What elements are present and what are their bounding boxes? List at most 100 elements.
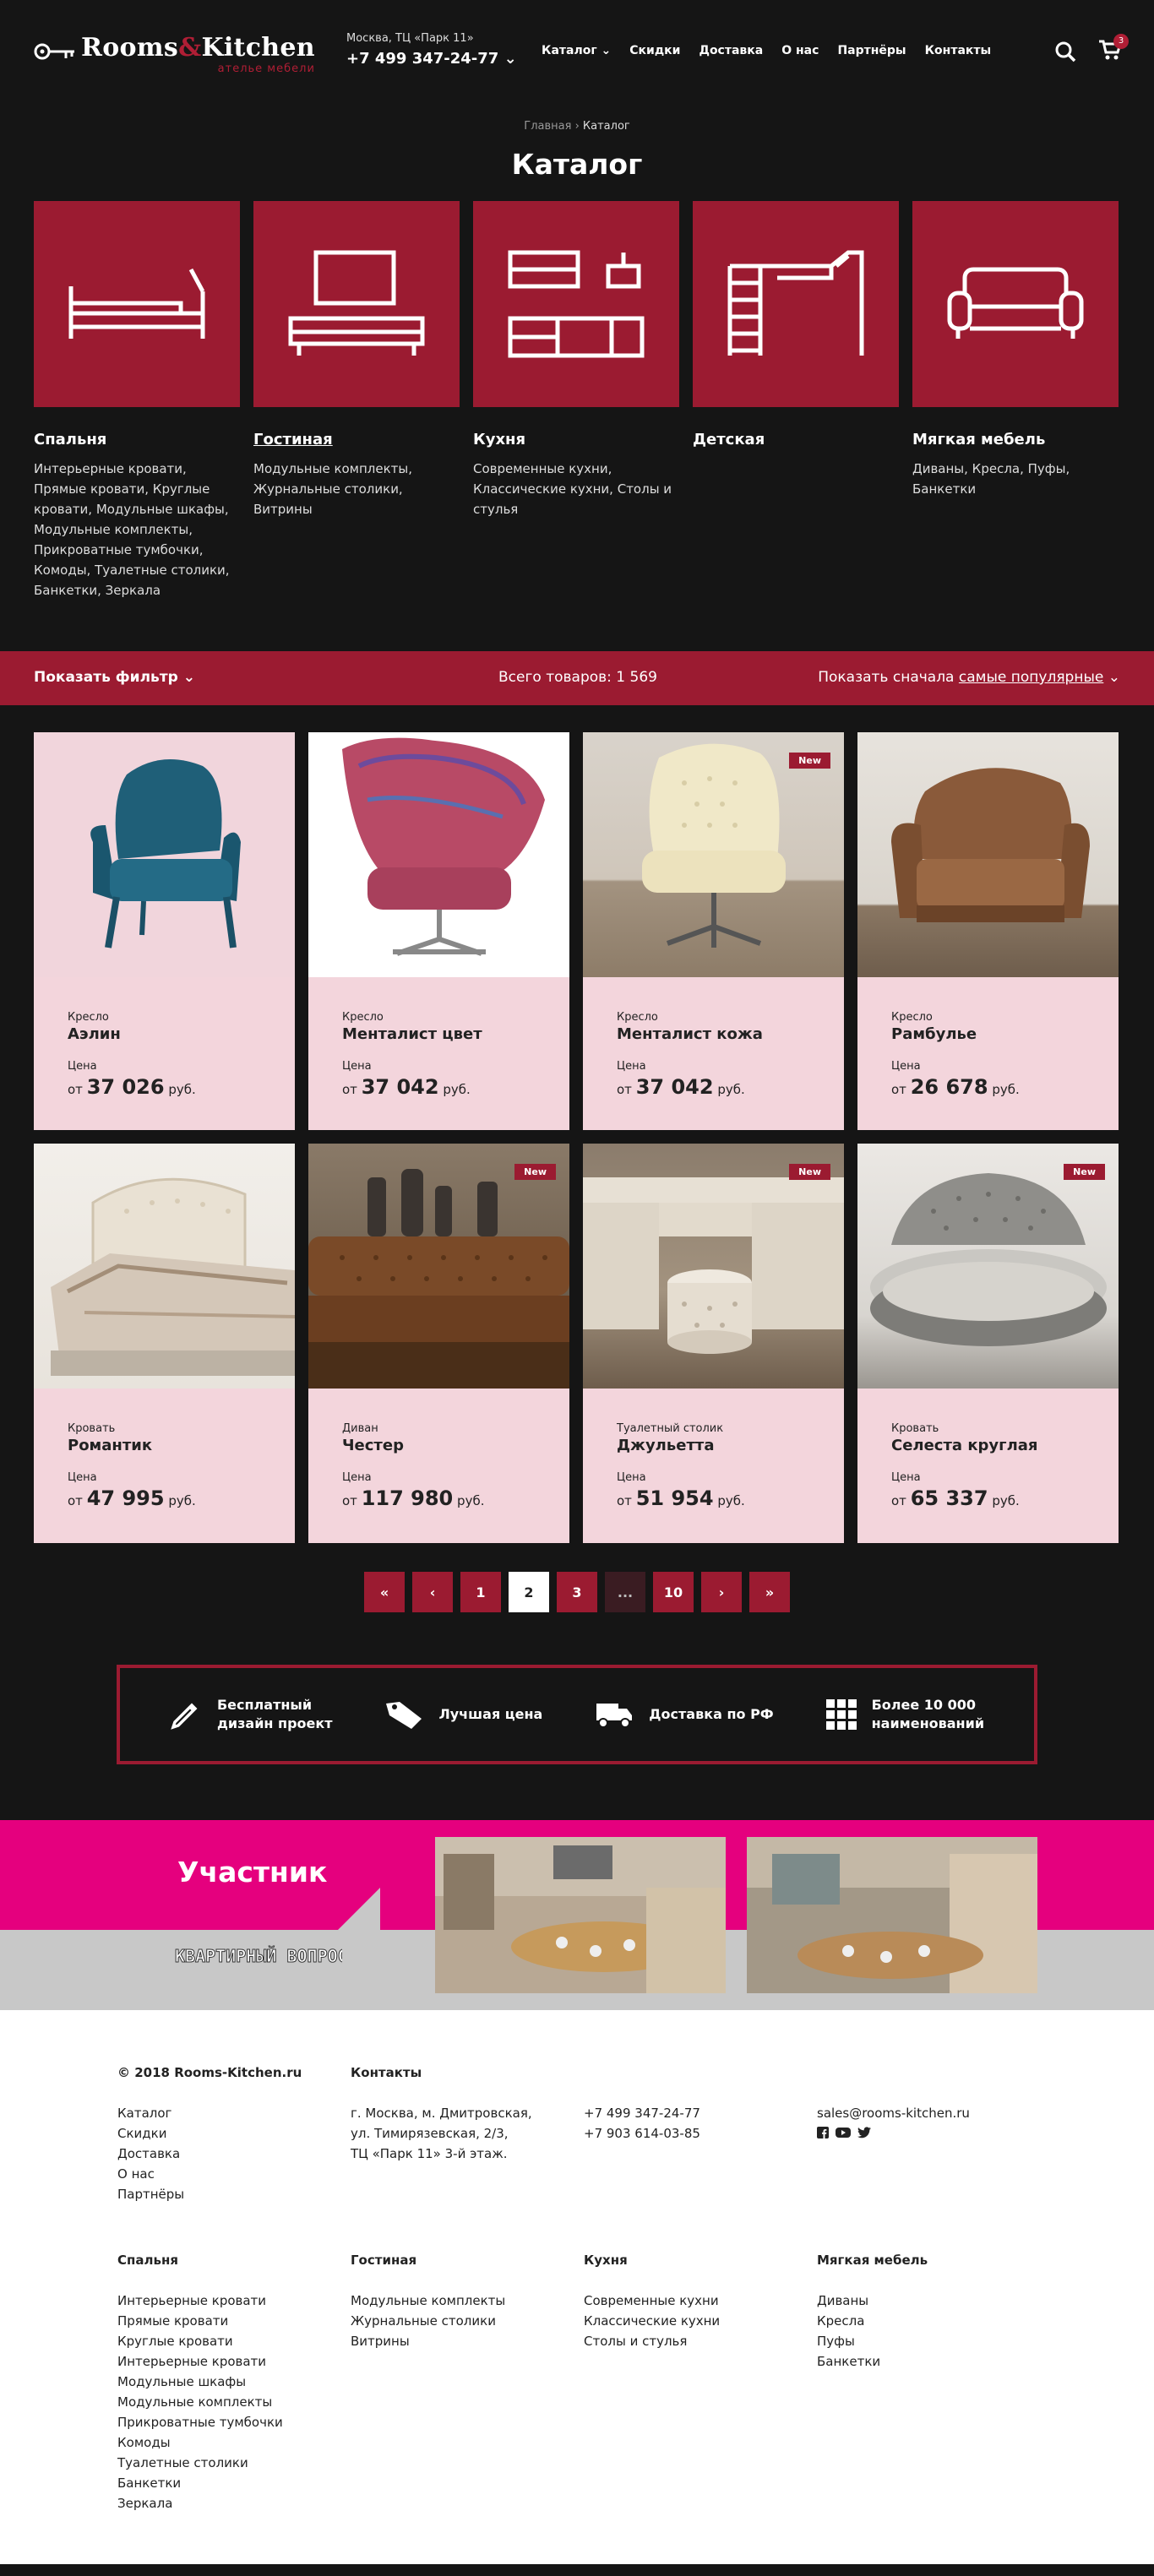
show-filter-button[interactable]: Показать фильтр ⌄ bbox=[34, 669, 195, 686]
category-tile-kids[interactable] bbox=[693, 201, 899, 407]
address-line: ул. Тимирязевская, 2/3, bbox=[351, 2126, 509, 2141]
category-name[interactable]: Детская bbox=[693, 431, 899, 448]
footer-link[interactable]: Классические кухни bbox=[584, 2311, 817, 2331]
category-name[interactable]: Гостиная bbox=[253, 431, 460, 448]
product-card[interactable]: New Диван Честер Цена от 117 980 руб. bbox=[308, 1144, 569, 1543]
breadcrumb-home[interactable]: Главная bbox=[524, 120, 571, 133]
footer-link-catalog[interactable]: Каталог bbox=[117, 2103, 351, 2123]
product-card[interactable]: Кресло Аэлин Цена от 37 026 руб. bbox=[34, 732, 295, 1130]
category-links[interactable]: Интерьерные кровати, Прямые кровати, Кру… bbox=[34, 459, 240, 601]
product-image-bed[interactable] bbox=[34, 1144, 295, 1389]
footer-link[interactable]: Туалетные столики bbox=[117, 2453, 351, 2473]
category-name[interactable]: Мягкая мебель bbox=[912, 431, 1119, 448]
category-name[interactable]: Кухня bbox=[473, 431, 679, 448]
product-title[interactable]: Романтик bbox=[68, 1437, 261, 1454]
footer-link[interactable]: Пуфы bbox=[817, 2331, 1050, 2351]
product-title[interactable]: Рамбулье bbox=[891, 1025, 1085, 1043]
logo[interactable]: Rooms&Kitchen ателье мебели bbox=[34, 34, 315, 75]
footer-link-discounts[interactable]: Скидки bbox=[117, 2123, 351, 2144]
product-price: от 65 337 руб. bbox=[891, 1486, 1020, 1510]
category-links[interactable]: Модульные комплекты, Журнальные столики,… bbox=[253, 459, 460, 519]
cart-button[interactable]: 3 bbox=[1098, 34, 1129, 64]
product-title[interactable]: Аэлин bbox=[68, 1025, 261, 1043]
product-title[interactable]: Джульетта bbox=[617, 1437, 810, 1454]
category-links[interactable]: Диваны, Кресла, Пуфы, Банкетки bbox=[912, 459, 1119, 499]
footer-link[interactable]: Модульные шкафы bbox=[117, 2372, 351, 2392]
participant-banner[interactable]: Участник КВАРТИРНЫЙ ВОПРОС bbox=[0, 1820, 1154, 2010]
page-button[interactable]: 1 bbox=[460, 1572, 501, 1612]
product-card[interactable]: Кресло Менталист цвет Цена от 37 042 руб… bbox=[308, 732, 569, 1130]
address-line: г. Москва, м. Дмитровская, bbox=[351, 2106, 532, 2121]
price-label: Цена bbox=[891, 1471, 921, 1484]
page-last-button[interactable]: » bbox=[749, 1572, 790, 1612]
page-next-button[interactable]: › bbox=[701, 1572, 742, 1612]
product-image-brown-armchair[interactable] bbox=[857, 732, 1119, 977]
footer-link[interactable]: Интерьерные кровати bbox=[117, 2291, 351, 2311]
product-title[interactable]: Селеста круглая bbox=[891, 1437, 1085, 1454]
product-image-leather-chair[interactable]: New bbox=[583, 732, 844, 977]
page-first-button[interactable]: « bbox=[364, 1572, 405, 1612]
category-name[interactable]: Спальня bbox=[34, 431, 240, 448]
footer-link[interactable]: Витрины bbox=[351, 2331, 584, 2351]
page-prev-button[interactable]: ‹ bbox=[412, 1572, 453, 1612]
footer-link[interactable]: Комоды bbox=[117, 2432, 351, 2453]
facebook-icon[interactable] bbox=[817, 2127, 829, 2139]
footer-link[interactable]: Кресла bbox=[817, 2311, 1050, 2331]
footer-link[interactable]: Прямые кровати bbox=[117, 2311, 351, 2331]
page-button[interactable]: 3 bbox=[557, 1572, 597, 1612]
nav-item-partners[interactable]: Партнёры bbox=[837, 44, 906, 57]
product-image-dressing-table[interactable]: New bbox=[583, 1144, 844, 1389]
banner-label: Участник bbox=[177, 1856, 328, 1889]
footer-link[interactable]: Модульные комплекты bbox=[351, 2291, 584, 2311]
footer-link[interactable]: Интерьерные кровати bbox=[117, 2351, 351, 2372]
product-title[interactable]: Честер bbox=[342, 1437, 536, 1454]
product-title[interactable]: Менталист цвет bbox=[342, 1025, 536, 1043]
footer-link[interactable]: Современные кухни bbox=[584, 2291, 817, 2311]
category-tile-living-room[interactable] bbox=[253, 201, 460, 407]
footer-link[interactable]: Банкетки bbox=[117, 2473, 351, 2493]
sort-dropdown[interactable]: Показать сначала самые популярные ⌄ bbox=[818, 669, 1120, 686]
product-card[interactable]: New Туалетный столик Джульетта Цена от 5… bbox=[583, 1144, 844, 1543]
footer-link[interactable]: Круглые кровати bbox=[117, 2331, 351, 2351]
footer-link[interactable]: Зеркала bbox=[117, 2493, 351, 2514]
footer-link-about[interactable]: О нас bbox=[117, 2164, 351, 2184]
footer-phone[interactable]: +7 499 347-24-77 bbox=[584, 2103, 817, 2123]
nav-item-about[interactable]: О нас bbox=[781, 44, 819, 57]
nav-item-catalog[interactable]: Каталог ⌄ bbox=[542, 44, 611, 57]
product-card[interactable]: Кровать Романтик Цена от 47 995 руб. bbox=[34, 1144, 295, 1543]
footer-link[interactable]: Столы и стулья bbox=[584, 2331, 817, 2351]
phone-dropdown[interactable]: +7 499 347-24-77 ⌄ bbox=[346, 50, 517, 68]
youtube-icon[interactable] bbox=[836, 2127, 851, 2139]
footer-email[interactable]: sales@rooms-kitchen.ru bbox=[817, 2103, 1050, 2123]
product-image-round-bed[interactable]: New bbox=[857, 1144, 1119, 1389]
search-icon[interactable] bbox=[1054, 41, 1076, 62]
product-type: Туалетный столик bbox=[617, 1422, 724, 1435]
footer-link[interactable]: Банкетки bbox=[817, 2351, 1050, 2372]
product-title[interactable]: Менталист кожа bbox=[617, 1025, 810, 1043]
footer-link-delivery[interactable]: Доставка bbox=[117, 2144, 351, 2164]
nav-item-contacts[interactable]: Контакты bbox=[925, 44, 992, 57]
product-card[interactable]: New Кровать Селеста круглая Цена от 65 3… bbox=[857, 1144, 1119, 1543]
twitter-icon[interactable] bbox=[857, 2127, 871, 2139]
nav-item-discounts[interactable]: Скидки bbox=[629, 44, 680, 57]
footer-link-partners[interactable]: Партнёры bbox=[117, 2184, 351, 2204]
product-card[interactable]: Кресло Рамбулье Цена от 26 678 руб. bbox=[857, 732, 1119, 1130]
nav-item-delivery[interactable]: Доставка bbox=[699, 44, 763, 57]
footer-link[interactable]: Журнальные столики bbox=[351, 2311, 584, 2331]
footer-link[interactable]: Модульные комплекты bbox=[117, 2392, 351, 2412]
product-image-wingback-chair[interactable] bbox=[308, 732, 569, 977]
page-button[interactable]: 10 bbox=[653, 1572, 694, 1612]
category-tile-kitchen[interactable] bbox=[473, 201, 679, 407]
footer-link[interactable]: Прикроватные тумбочки bbox=[117, 2412, 351, 2432]
product-image-armchair[interactable] bbox=[34, 732, 295, 977]
kvartirny-vopros-logo: КВАРТИРНЫЙ ВОПРОС bbox=[175, 1946, 343, 1967]
product-image-chesterfield-sofa[interactable]: New bbox=[308, 1144, 569, 1389]
footer-link[interactable]: Диваны bbox=[817, 2291, 1050, 2311]
product-card[interactable]: New Кресло Менталист кожа Цена от 37 042… bbox=[583, 732, 844, 1130]
category-tile-bedroom[interactable] bbox=[34, 201, 240, 407]
product-price: от 26 678 руб. bbox=[891, 1075, 1020, 1099]
footer-phone[interactable]: +7 903 614-03-85 bbox=[584, 2123, 817, 2144]
category-tile-soft-furniture[interactable] bbox=[912, 201, 1119, 407]
page-button-active[interactable]: 2 bbox=[509, 1572, 549, 1612]
category-links[interactable]: Современные кухни, Классические кухни, С… bbox=[473, 459, 679, 519]
